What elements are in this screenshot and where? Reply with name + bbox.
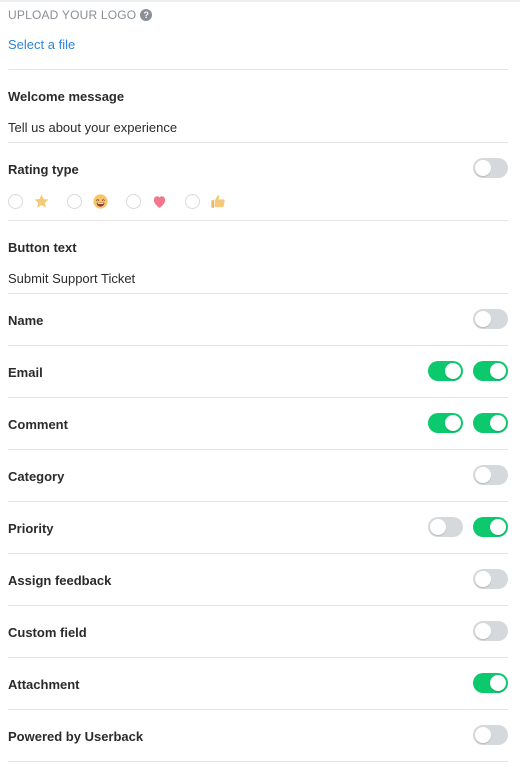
field-toggles [463,621,508,641]
field-label: Name [8,313,44,328]
rating-type-section: Rating type [8,143,508,221]
category-toggle-1[interactable] [473,465,508,485]
comment-toggle-1[interactable] [428,413,463,433]
rating-options [8,193,244,210]
priority-toggle-1[interactable] [428,517,463,537]
select-file-link[interactable]: Select a file [8,37,75,52]
field-toggles [463,673,508,693]
button-text-section: Button text Submit Support Ticket [8,221,508,294]
field-row-priority: Priority [8,502,508,554]
rating-type-toggles [463,158,508,178]
upload-logo-section: UPLOAD YOUR LOGO ? Select a file [8,0,508,70]
form-settings-panel: UPLOAD YOUR LOGO ? Select a file Welcome… [8,0,508,762]
field-label: Email [8,365,43,380]
assign-feedback-toggle-1[interactable] [473,569,508,589]
toggle-knob [445,415,461,431]
field-row-attachment: Attachment [8,658,508,710]
field-toggles [463,309,508,329]
field-row-powered-by-userback: Powered by Userback [8,710,508,762]
attachment-toggle-1[interactable] [473,673,508,693]
name-toggle-1[interactable] [473,309,508,329]
toggle-knob [475,571,491,587]
field-toggles [418,413,508,433]
field-row-custom-field: Custom field [8,606,508,658]
radio-button[interactable] [126,194,141,209]
toggle-knob [475,467,491,483]
rating-option-emoji[interactable] [67,193,109,210]
field-row-assign-feedback: Assign feedback [8,554,508,606]
field-label: Comment [8,417,68,432]
rating-option-heart[interactable] [126,193,168,210]
toggle-knob [475,311,491,327]
field-toggles [418,517,508,537]
toggle-knob [475,727,491,743]
field-settings-list: Name Email Comment Category Priority Assign f… [8,294,508,762]
field-toggles [463,465,508,485]
toggle-knob [475,160,491,176]
field-toggles [463,569,508,589]
field-label: Category [8,469,65,484]
toggle-knob [490,519,506,535]
toggle-knob [445,363,461,379]
email-toggle-1[interactable] [428,361,463,381]
field-toggles [463,725,508,745]
question-circle-icon[interactable]: ? [140,9,153,21]
smiley-face-icon [92,193,109,210]
radio-button[interactable] [8,194,23,209]
rating-type-title: Rating type [8,162,79,177]
field-label: Powered by Userback [8,729,144,744]
field-row-name: Name [8,294,508,346]
welcome-message-section: Welcome message Tell us about your exper… [8,70,508,143]
priority-toggle-2[interactable] [473,517,508,537]
heart-icon [151,193,168,210]
rating-option-thumbs[interactable] [185,193,227,210]
thumbs-up-icon [210,193,227,210]
welcome-message-value[interactable]: Tell us about your experience [8,120,177,135]
powered-by-userback-toggle-1[interactable] [473,725,508,745]
rating-type-toggle[interactable] [473,158,508,178]
field-row-category: Category [8,450,508,502]
field-label: Assign feedback [8,573,112,588]
toggle-knob [430,519,446,535]
field-label: Attachment [8,677,80,692]
toggle-knob [475,623,491,639]
comment-toggle-2[interactable] [473,413,508,433]
button-text-title: Button text [8,240,77,255]
radio-button[interactable] [67,194,82,209]
rating-option-star[interactable] [8,193,50,210]
toggle-knob [490,363,506,379]
field-row-comment: Comment [8,398,508,450]
toggle-knob [490,675,506,691]
field-row-email: Email [8,346,508,398]
custom-field-toggle-1[interactable] [473,621,508,641]
field-label: Priority [8,521,54,536]
field-toggles [418,361,508,381]
star-icon [33,193,50,210]
radio-button[interactable] [185,194,200,209]
welcome-message-title: Welcome message [8,89,125,104]
button-text-value[interactable]: Submit Support Ticket [8,271,135,286]
email-toggle-2[interactable] [473,361,508,381]
toggle-knob [490,415,506,431]
field-label: Custom field [8,625,87,640]
upload-logo-label: UPLOAD YOUR LOGO ? [8,8,153,22]
